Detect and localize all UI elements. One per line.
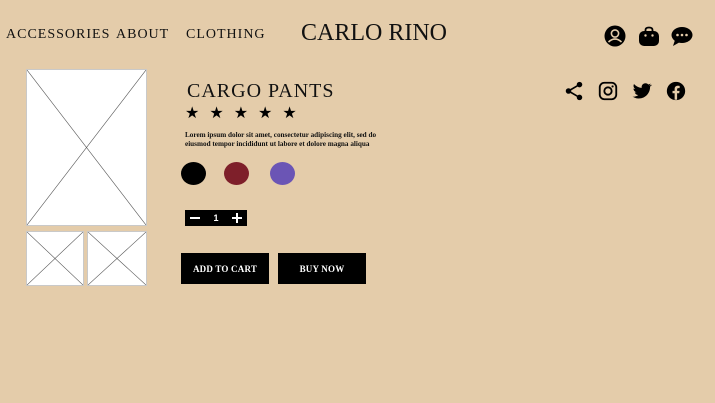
product-title: CARGO PANTS bbox=[187, 80, 335, 102]
buy-now-button[interactable]: BUY NOW bbox=[278, 253, 366, 284]
product-thumbnail-1[interactable] bbox=[26, 231, 84, 286]
shopping-bag-icon[interactable] bbox=[637, 24, 661, 48]
star-icon: ★ bbox=[209, 103, 224, 122]
quantity-value[interactable]: 1 bbox=[213, 213, 218, 223]
product-main-image[interactable] bbox=[26, 69, 147, 226]
brand-logo[interactable]: CARLO RINO bbox=[301, 20, 447, 47]
nav-link-about[interactable]: ABOUT bbox=[116, 27, 169, 43]
color-swatch-black[interactable] bbox=[181, 162, 206, 185]
chat-icon[interactable] bbox=[670, 24, 694, 48]
color-swatch-burgundy[interactable] bbox=[224, 162, 249, 185]
quantity-stepper: 1 bbox=[185, 210, 247, 226]
user-icon[interactable] bbox=[603, 24, 627, 48]
nav-link-accessories[interactable]: ACCESSORIES bbox=[6, 27, 110, 43]
plus-icon[interactable] bbox=[230, 211, 244, 225]
rating-stars: ★ ★ ★ ★ ★ bbox=[185, 105, 297, 121]
star-icon: ★ bbox=[185, 103, 200, 122]
instagram-icon[interactable] bbox=[597, 80, 619, 102]
star-icon: ★ bbox=[233, 103, 249, 122]
star-icon: ★ bbox=[282, 103, 297, 122]
color-swatch-purple[interactable] bbox=[270, 162, 295, 185]
product-thumbnail-2[interactable] bbox=[87, 231, 147, 286]
twitter-icon[interactable] bbox=[631, 80, 653, 102]
product-description: Lorem ipsum dolor sit amet, consectetur … bbox=[185, 131, 377, 148]
minus-icon[interactable] bbox=[188, 211, 202, 225]
star-icon: ★ bbox=[258, 103, 273, 122]
add-to-cart-button[interactable]: ADD TO CART bbox=[181, 253, 269, 284]
share-icon[interactable] bbox=[563, 80, 585, 102]
nav-link-clothing[interactable]: CLOTHING bbox=[186, 27, 266, 43]
facebook-icon[interactable] bbox=[665, 80, 687, 102]
